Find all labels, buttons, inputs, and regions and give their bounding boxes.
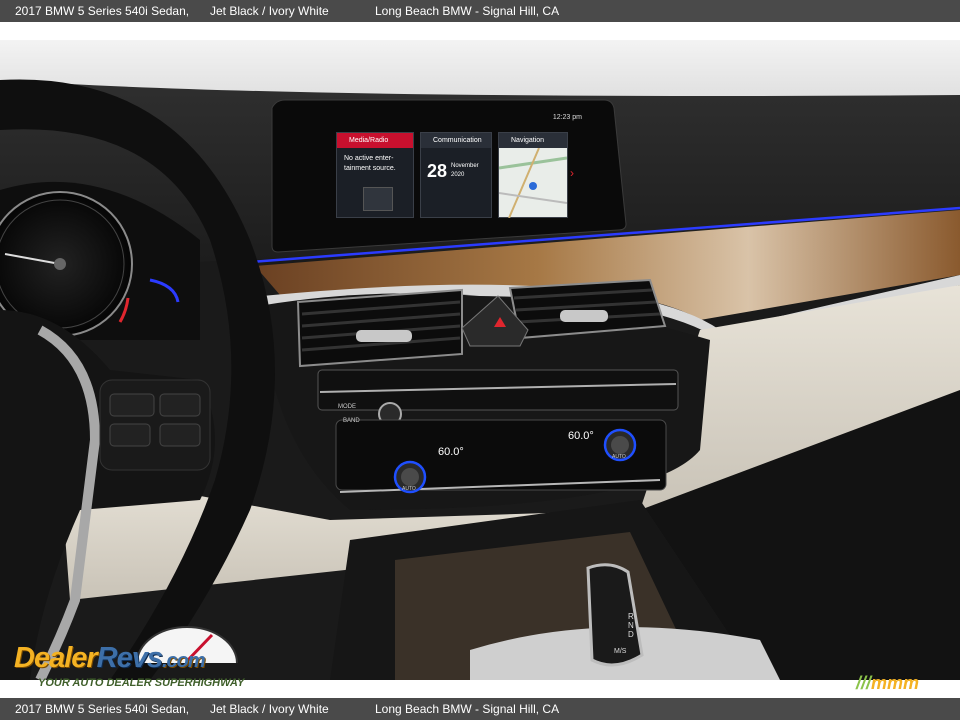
media-radio-tile[interactable]: Media/Radio No active enter- tainment so… [336,132,414,218]
idrive-display: 12:23 pm Media/Radio No active enter- ta… [320,106,588,226]
communication-tile[interactable]: Communication 28 November 2020 [420,132,492,218]
map-preview [499,148,567,218]
date-year: 2020 [451,172,465,178]
footer-vehicle-color: Jet Black / Ivory White [210,702,329,716]
media-status-line1: No active enter- [344,155,394,162]
footer-vehicle-title: 2017 BMW 5 Series 540i Sedan, [15,702,190,716]
date-day: 28 [427,161,448,181]
gear-letters: R N D [628,612,634,639]
top-caption-bar: 2017 BMW 5 Series 540i Sedan, Jet Black … [0,0,960,22]
media-radio-title: Media/Radio [337,133,413,148]
left-auto-button[interactable]: AUTO [402,486,416,492]
dealerrevs-watermark: DealerRevs.com YOUR AUTO DEALER SUPERHIG… [14,625,274,695]
right-temperature: 60.0° [568,430,594,442]
watermark-tagline: YOUR AUTO DEALER SUPERHIGHWAY [38,677,245,689]
watermark-revs: Revs [96,642,163,674]
mode-button[interactable]: MODE [338,404,356,410]
music-note-icon [363,187,393,211]
communication-title: Communication [421,133,491,148]
footer-dealer-location: Long Beach BMW - Signal Hill, CA [375,702,560,716]
gear-mode: M/S [614,648,627,655]
left-temperature: 60.0° [438,446,464,458]
vehicle-color: Jet Black / Ivory White [210,4,329,18]
interior-photo: 12:23 pm Media/Radio No active enter- ta… [0,40,960,680]
date-month: November [451,163,479,169]
watermark-dealer: Dealer [14,642,98,674]
status-time: 12:23 pm [552,114,582,121]
media-status-line2: tainment source. [344,165,396,172]
chevron-right-icon[interactable]: › [570,166,574,180]
navigation-tile[interactable]: Navigation [498,132,568,218]
bottom-caption-bar: 2017 BMW 5 Series 540i Sedan, Jet Black … [0,698,960,720]
right-auto-button[interactable]: AUTO [612,454,626,460]
band-button[interactable]: BAND [343,418,360,424]
vehicle-title: 2017 BMW 5 Series 540i Sedan, [15,4,190,18]
navigation-title: Navigation [499,133,567,148]
watermark-com: .com [162,650,206,672]
left-air-vent [296,288,463,368]
dealer-location: Long Beach BMW - Signal Hill, CA [375,4,560,18]
brand-logo: ///mmm [856,673,920,693]
